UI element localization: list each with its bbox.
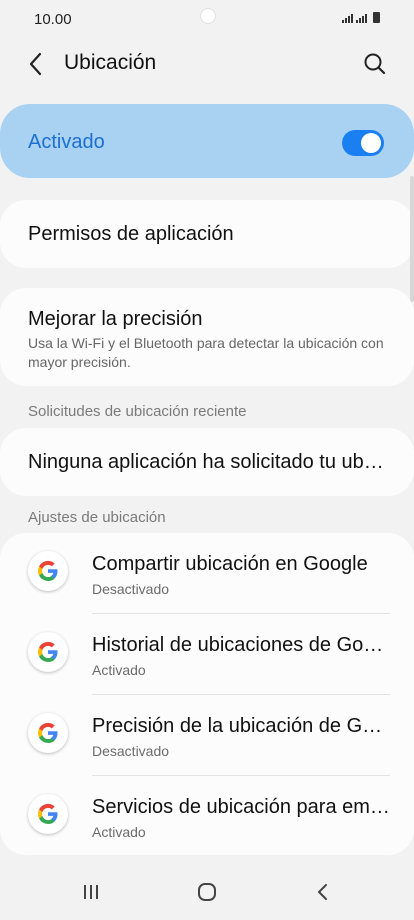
search-button[interactable] [360,49,390,79]
google-icon [28,713,68,753]
location-switch[interactable] [342,130,384,156]
item-title: Servicios de ubicación para em… [92,796,390,818]
app-permissions-label: Permisos de aplicación [28,223,234,245]
app-permissions-item[interactable]: Permisos de aplicación [0,200,414,268]
google-icon [28,632,68,672]
back-nav-icon [318,884,327,900]
navigation-bar [0,860,414,920]
battery-icon [373,12,380,23]
home-icon [198,883,216,901]
signal-icon-2 [356,14,367,23]
status-icons [342,12,380,23]
location-settings-list: Compartir ubicación en Google Desactivad… [0,533,414,855]
google-icon [28,794,68,834]
status-bar: 10.00 [0,0,414,40]
master-toggle-label: Activado [28,131,105,153]
back-nav-button[interactable] [302,878,342,908]
item-title: Compartir ubicación en Google [92,553,368,575]
recent-requests-item: Ninguna aplicación ha solicitado tu ub… [0,428,414,496]
improve-accuracy-item[interactable]: Mejorar la precisión Usa la Wi-Fi y el B… [0,288,414,386]
google-location-accuracy-item[interactable]: Precisión de la ubicación de G… Desactiv… [0,695,414,775]
google-location-sharing-item[interactable]: Compartir ubicación en Google Desactivad… [0,533,414,613]
recent-apps-icon [84,885,98,899]
recent-requests-header: Solicitudes de ubicación reciente [28,403,247,420]
location-master-toggle[interactable]: Activado [0,104,414,178]
scrollbar[interactable] [410,176,414,302]
google-emergency-location-item[interactable]: Servicios de ubicación para em… Activado [0,776,414,856]
improve-accuracy-title: Mejorar la precisión [28,308,203,330]
home-button[interactable] [187,878,227,908]
page-title: Ubicación [64,51,157,74]
status-time: 10.00 [34,11,72,28]
item-status: Desactivado [92,743,170,759]
item-title: Precisión de la ubicación de G… [92,715,383,737]
switch-knob [361,133,381,153]
google-location-history-item[interactable]: Historial de ubicaciones de Go… Activado [0,614,414,694]
item-status: Activado [92,824,146,840]
signal-icon [342,14,353,23]
search-icon [364,53,386,75]
item-title: Historial de ubicaciones de Go… [92,634,384,656]
back-button[interactable] [24,48,52,80]
app-bar: Ubicación [0,40,414,88]
improve-accuracy-subtitle: Usa la Wi-Fi y el Bluetooth para detecta… [28,335,384,370]
item-status: Activado [92,662,146,678]
location-settings-header: Ajustes de ubicación [28,509,166,526]
recent-requests-label: Ninguna aplicación ha solicitado tu ub… [28,451,384,473]
camera-cutout [200,8,216,24]
google-icon [28,551,68,591]
item-status: Desactivado [92,581,170,597]
chevron-left-icon [29,52,42,76]
recent-apps-button[interactable] [72,878,112,908]
